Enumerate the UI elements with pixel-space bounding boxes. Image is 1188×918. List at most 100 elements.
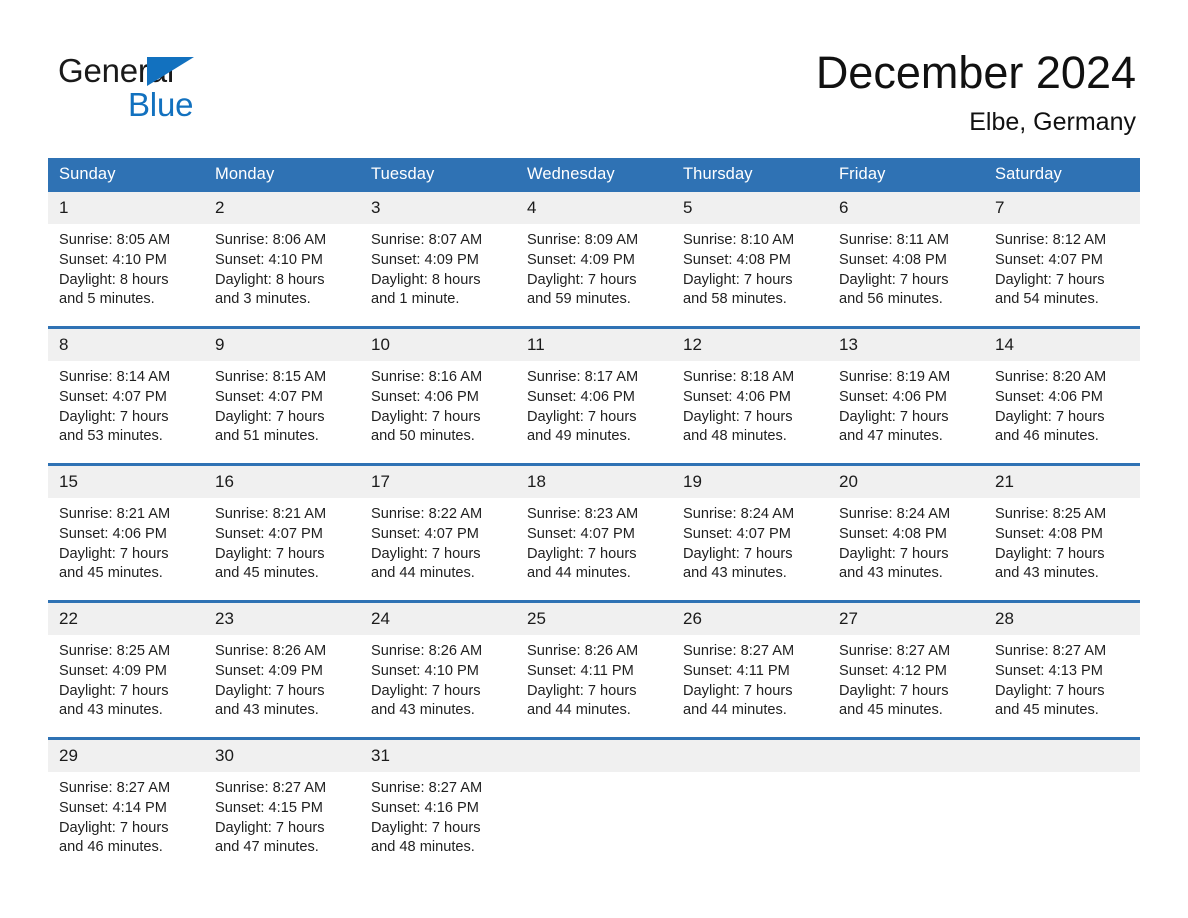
day-number: 23 [204,603,360,635]
daylight-duration-line2: and 53 minutes. [59,428,163,445]
calendar-cell-inner: 31 Sunrise: 8:27 AM Sunset: 4:16 PM Dayligh… [360,740,516,874]
sunrise-time: Sunrise: 8:17 AM [527,369,639,385]
calendar-day-cell[interactable]: 9 Sunrise: 8:15 AM Sunset: 4:07 PM Daylight… [204,326,360,465]
calendar-day-cell[interactable]: 11 Sunrise: 8:17 AM Sunset: 4:06 PM Dayligh… [516,326,672,465]
calendar-day-cell[interactable]: 15 Sunrise: 8:21 AM Sunset: 4:06 PM Dayligh… [48,463,204,602]
calendar-day-cell[interactable]: 24 Sunrise: 8:26 AM Sunset: 4:10 PM Dayligh… [360,600,516,739]
sunrise-time: Sunrise: 8:07 AM [371,232,483,248]
calendar-cell-inner: 28 Sunrise: 8:27 AM Sunset: 4:13 PM Dayligh… [984,603,1140,737]
day-details: Sunrise: 8:25 AM Sunset: 4:09 PM Daylight:… [48,635,204,721]
day-details: Sunrise: 8:24 AM Sunset: 4:08 PM Daylight:… [828,498,984,584]
calendar-day-cell[interactable]: 27 Sunrise: 8:27 AM Sunset: 4:12 PM Dayligh… [828,600,984,739]
sunrise-time: Sunrise: 8:12 AM [995,232,1107,248]
day-details: Sunrise: 8:21 AM Sunset: 4:07 PM Daylight:… [204,498,360,584]
daylight-duration-line2: and 58 minutes. [683,291,787,308]
calendar-day-cell[interactable]: 31 Sunrise: 8:27 AM Sunset: 4:16 PM Dayligh… [360,737,516,874]
sunset-time: Sunset: 4:09 PM [371,251,479,268]
brand-logo[interactable]: General Blue [58,52,378,132]
calendar-day-cell[interactable]: 18 Sunrise: 8:23 AM Sunset: 4:07 PM Dayligh… [516,463,672,602]
calendar-cell-inner: 13 Sunrise: 8:19 AM Sunset: 4:06 PM Dayligh… [828,329,984,463]
sunset-time: Sunset: 4:11 PM [683,662,790,679]
day-details: Sunrise: 8:26 AM Sunset: 4:10 PM Daylight:… [360,635,516,721]
sunrise-time: Sunrise: 8:26 AM [527,643,639,659]
daylight-duration-line2: and 3 minutes. [215,291,311,308]
calendar-cell-inner: 10 Sunrise: 8:16 AM Sunset: 4:06 PM Dayligh… [360,329,516,463]
day-number: 7 [984,192,1140,224]
calendar-day-cell[interactable]: 6 Sunrise: 8:11 AM Sunset: 4:08 PM Daylight… [828,192,984,328]
calendar-day-cell[interactable]: 2 Sunrise: 8:06 AM Sunset: 4:10 PM Daylight… [204,192,360,328]
day-details: Sunrise: 8:27 AM Sunset: 4:15 PM Daylight:… [204,772,360,858]
sunrise-time: Sunrise: 8:15 AM [215,369,327,385]
calendar-day-cell[interactable]: 4 Sunrise: 8:09 AM Sunset: 4:09 PM Daylight… [516,192,672,328]
calendar-cell-inner: 14 Sunrise: 8:20 AM Sunset: 4:06 PM Dayligh… [984,329,1140,463]
day-details: Sunrise: 8:17 AM Sunset: 4:06 PM Daylight:… [516,361,672,447]
day-number: 11 [516,329,672,361]
day-details: Sunrise: 8:27 AM Sunset: 4:11 PM Daylight:… [672,635,828,721]
day-number: 30 [204,740,360,772]
calendar-cell-inner: 5 Sunrise: 8:10 AM Sunset: 4:08 PM Daylight… [672,192,828,326]
calendar-day-cell[interactable]: 7 Sunrise: 8:12 AM Sunset: 4:07 PM Daylight… [984,192,1140,328]
day-number: 19 [672,466,828,498]
calendar-day-cell[interactable]: 20 Sunrise: 8:24 AM Sunset: 4:08 PM Dayligh… [828,463,984,602]
day-number: 1 [48,192,204,224]
daylight-duration-line2: and 45 minutes. [839,702,943,719]
daylight-duration-line2: and 1 minute. [371,291,460,308]
sunrise-time: Sunrise: 8:27 AM [995,643,1107,659]
calendar-day-cell[interactable]: 16 Sunrise: 8:21 AM Sunset: 4:07 PM Dayligh… [204,463,360,602]
calendar-day-cell[interactable]: 1 Sunrise: 8:05 AM Sunset: 4:10 PM Daylight… [48,192,204,328]
day-details: Sunrise: 8:27 AM Sunset: 4:13 PM Daylight:… [984,635,1140,721]
day-details: Sunrise: 8:22 AM Sunset: 4:07 PM Daylight:… [360,498,516,584]
daylight-duration-line1: Daylight: 7 hours [683,408,793,425]
daylight-duration-line2: and 44 minutes. [527,702,631,719]
daylight-duration-line1: Daylight: 7 hours [371,545,481,562]
calendar-day-cell[interactable]: 25 Sunrise: 8:26 AM Sunset: 4:11 PM Dayligh… [516,600,672,739]
sunrise-time: Sunrise: 8:26 AM [371,643,483,659]
weekday-header-sunday: Sunday [48,158,204,192]
day-details: Sunrise: 8:20 AM Sunset: 4:06 PM Daylight:… [984,361,1140,447]
calendar-day-cell[interactable]: 23 Sunrise: 8:26 AM Sunset: 4:09 PM Dayligh… [204,600,360,739]
day-details: Sunrise: 8:19 AM Sunset: 4:06 PM Daylight:… [828,361,984,447]
day-details: Sunrise: 8:18 AM Sunset: 4:06 PM Daylight:… [672,361,828,447]
daylight-duration-line1: Daylight: 7 hours [683,682,793,699]
day-details: Sunrise: 8:27 AM Sunset: 4:14 PM Daylight:… [48,772,204,858]
calendar-day-cell[interactable]: 10 Sunrise: 8:16 AM Sunset: 4:06 PM Dayligh… [360,326,516,465]
day-details: Sunrise: 8:07 AM Sunset: 4:09 PM Daylight:… [360,224,516,310]
calendar-cell-inner: 11 Sunrise: 8:17 AM Sunset: 4:06 PM Dayligh… [516,329,672,463]
calendar-day-cell[interactable]: 26 Sunrise: 8:27 AM Sunset: 4:11 PM Dayligh… [672,600,828,739]
brand-name-blue: Blue [128,86,194,123]
calendar-day-cell[interactable]: 12 Sunrise: 8:18 AM Sunset: 4:06 PM Dayligh… [672,326,828,465]
calendar-day-cell[interactable]: 21 Sunrise: 8:25 AM Sunset: 4:08 PM Dayligh… [984,463,1140,602]
calendar-day-cell[interactable]: 5 Sunrise: 8:10 AM Sunset: 4:08 PM Daylight… [672,192,828,328]
day-details: Sunrise: 8:05 AM Sunset: 4:10 PM Daylight:… [48,224,204,310]
calendar-day-cell[interactable]: 30 Sunrise: 8:27 AM Sunset: 4:15 PM Dayligh… [204,737,360,874]
calendar-day-cell[interactable]: 19 Sunrise: 8:24 AM Sunset: 4:07 PM Dayligh… [672,463,828,602]
sunrise-time: Sunrise: 8:27 AM [683,643,795,659]
daylight-duration-line1: Daylight: 7 hours [995,682,1105,699]
calendar-day-cell[interactable]: 3 Sunrise: 8:07 AM Sunset: 4:09 PM Daylight… [360,192,516,328]
daylight-duration-line2: and 43 minutes. [839,565,943,582]
calendar-day-cell[interactable]: 8 Sunrise: 8:14 AM Sunset: 4:07 PM Daylight… [48,326,204,465]
day-number [984,740,1140,772]
sunrise-time: Sunrise: 8:20 AM [995,369,1107,385]
calendar-cell-inner: 29 Sunrise: 8:27 AM Sunset: 4:14 PM Dayligh… [48,740,204,874]
calendar-day-cell[interactable]: 17 Sunrise: 8:22 AM Sunset: 4:07 PM Dayligh… [360,463,516,602]
daylight-duration-line1: Daylight: 7 hours [59,819,169,836]
calendar-day-cell[interactable]: 29 Sunrise: 8:27 AM Sunset: 4:14 PM Dayligh… [48,737,204,874]
weekday-header-saturday: Saturday [984,158,1140,192]
calendar-day-cell[interactable]: 22 Sunrise: 8:25 AM Sunset: 4:09 PM Dayligh… [48,600,204,739]
sunset-time: Sunset: 4:12 PM [839,662,947,679]
sunset-time: Sunset: 4:14 PM [59,799,167,816]
day-number: 16 [204,466,360,498]
daylight-duration-line1: Daylight: 7 hours [371,682,481,699]
sunrise-time: Sunrise: 8:16 AM [371,369,483,385]
calendar-day-cell[interactable]: 13 Sunrise: 8:19 AM Sunset: 4:06 PM Dayligh… [828,326,984,465]
calendar-day-cell[interactable]: 14 Sunrise: 8:20 AM Sunset: 4:06 PM Dayligh… [984,326,1140,465]
calendar-cell-empty [672,737,828,874]
sunset-time: Sunset: 4:06 PM [59,525,167,542]
day-number: 27 [828,603,984,635]
daylight-duration-line2: and 47 minutes. [215,839,319,856]
day-number: 25 [516,603,672,635]
daylight-duration-line2: and 49 minutes. [527,428,631,445]
calendar-table: Sunday Monday Tuesday Wednesday Thursday… [48,158,1140,874]
calendar-day-cell[interactable]: 28 Sunrise: 8:27 AM Sunset: 4:13 PM Dayligh… [984,600,1140,739]
